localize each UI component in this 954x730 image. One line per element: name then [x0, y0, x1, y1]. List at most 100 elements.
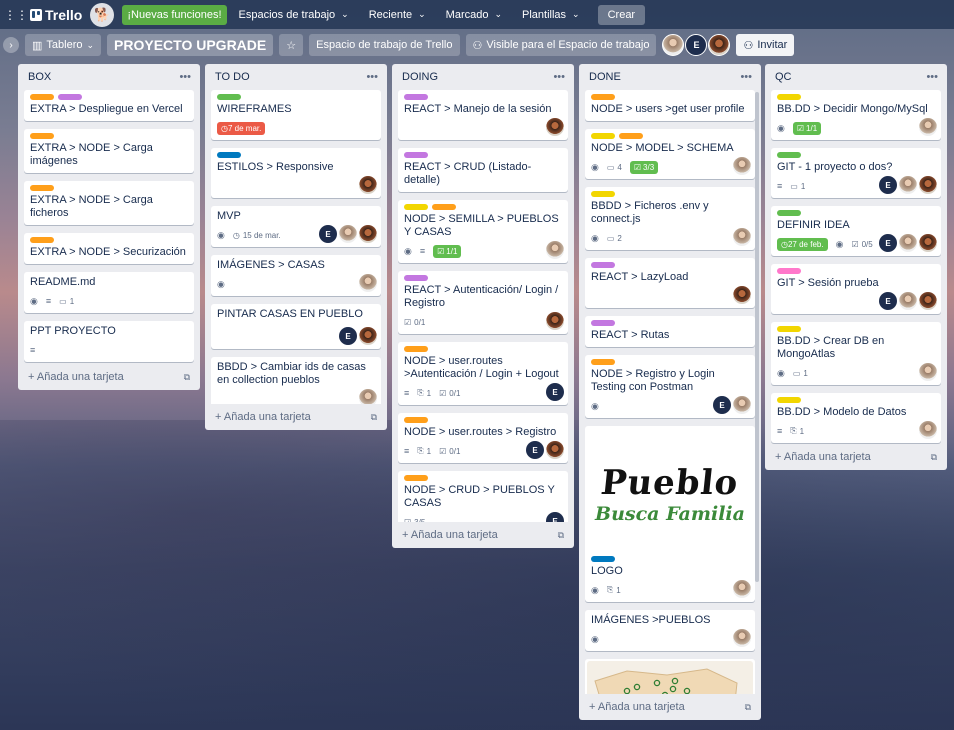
- avatar[interactable]: [733, 157, 751, 175]
- card-label[interactable]: [30, 237, 54, 243]
- card[interactable]: GIT - 1 proyecto o dos? ≡ ▭ 1 E: [771, 148, 941, 198]
- scrollbar[interactable]: [755, 92, 759, 582]
- avatar[interactable]: [662, 34, 685, 56]
- card-label[interactable]: [30, 185, 54, 191]
- template-icon[interactable]: ⧉: [184, 372, 190, 383]
- card[interactable]: REACT > CRUD (Listado-detalle): [398, 148, 568, 192]
- card-label[interactable]: [30, 94, 54, 100]
- card[interactable]: NODE > user.routes >Autenticación / Logi…: [398, 342, 568, 405]
- card[interactable]: BB.DD > Crear DB en MongoAtlas ◉ ▭ 1: [771, 322, 941, 385]
- card-label[interactable]: [591, 262, 615, 268]
- card[interactable]: EXTRA > NODE > Securización: [24, 233, 194, 264]
- card-label[interactable]: [404, 152, 428, 158]
- avatar[interactable]: E: [685, 34, 708, 56]
- card[interactable]: NODE > CRUD > PUEBLOS Y CASAS ☑ 3/5 E: [398, 471, 568, 522]
- card-label[interactable]: [777, 326, 801, 332]
- card[interactable]: REACT > Manejo de la sesión: [398, 90, 568, 140]
- card[interactable]: WIREFRAMES ◷7 de mar.: [211, 90, 381, 140]
- card[interactable]: REACT > LazyLoad: [585, 258, 755, 308]
- card[interactable]: EXTRA > NODE > Carga imágenes: [24, 129, 194, 173]
- card[interactable]: PPT PROYECTO ≡: [24, 321, 194, 362]
- card[interactable]: BBDD > Cambiar ids de casas en collectio…: [211, 357, 381, 404]
- avatar[interactable]: [919, 118, 937, 136]
- menu-recent[interactable]: Reciente ⌄: [361, 5, 434, 25]
- trello-logo[interactable]: Trello: [30, 7, 82, 23]
- card[interactable]: PINTAR CASAS EN PUEBLO E: [211, 304, 381, 349]
- avatar[interactable]: [546, 312, 564, 330]
- avatar[interactable]: E: [319, 225, 337, 243]
- card-label[interactable]: [404, 204, 428, 210]
- avatar[interactable]: [733, 629, 751, 647]
- list-menu-icon[interactable]: •••: [740, 71, 752, 83]
- card-label[interactable]: [591, 133, 615, 139]
- avatar[interactable]: [546, 241, 564, 259]
- avatar[interactable]: [733, 396, 751, 414]
- avatar[interactable]: [359, 225, 377, 243]
- card[interactable]: IMÁGENES >PUEBLOS ◉: [585, 610, 755, 651]
- menu-workspaces[interactable]: Espacios de trabajo ⌄: [231, 5, 357, 25]
- expand-sidebar-icon[interactable]: ›: [3, 37, 19, 53]
- card-label[interactable]: [30, 133, 54, 139]
- avatar[interactable]: E: [713, 396, 731, 414]
- card-label[interactable]: [591, 94, 615, 100]
- avatar[interactable]: E: [546, 512, 564, 522]
- card-label[interactable]: [404, 275, 428, 281]
- card-label[interactable]: [404, 346, 428, 352]
- card-label[interactable]: [777, 210, 801, 216]
- avatar[interactable]: [899, 176, 917, 194]
- add-card-button[interactable]: + Añada una tarjeta ⧉: [398, 522, 568, 548]
- card-label[interactable]: [591, 556, 615, 562]
- card[interactable]: REACT > Rutas: [585, 316, 755, 347]
- create-button[interactable]: Crear: [597, 4, 646, 25]
- card[interactable]: NODE > SEMILLA > PUEBLOS Y CASAS ◉ ≡ ☑ 1/1: [398, 200, 568, 263]
- new-features-button[interactable]: ¡Nuevas funciones!: [122, 4, 227, 25]
- avatar[interactable]: [919, 363, 937, 381]
- invite-button[interactable]: ⚇ Invitar: [736, 34, 795, 56]
- card[interactable]: [585, 659, 755, 694]
- avatar[interactable]: [899, 234, 917, 252]
- card[interactable]: NODE > users >get user profile: [585, 90, 755, 121]
- card-label[interactable]: [591, 359, 615, 365]
- card[interactable]: NODE > MODEL > SCHEMA ◉ ▭ 4 ☑ 3/3: [585, 129, 755, 179]
- card[interactable]: MVP ◉ ◷ 15 de mar. E: [211, 206, 381, 247]
- avatar[interactable]: [546, 441, 564, 459]
- card-label[interactable]: [777, 94, 801, 100]
- avatar[interactable]: E: [879, 234, 897, 252]
- card-label[interactable]: [777, 268, 801, 274]
- card[interactable]: Pueblo Busca Familia LOGO ◉ ⎘ 1: [585, 426, 755, 602]
- due-date-badge[interactable]: ◷27 de feb.: [777, 237, 828, 251]
- avatar[interactable]: [733, 580, 751, 598]
- card[interactable]: EXTRA > NODE > Carga ficheros: [24, 181, 194, 225]
- card-label[interactable]: [777, 397, 801, 403]
- add-card-button[interactable]: + Añada una tarjeta ⧉: [771, 444, 941, 470]
- taco-mascot-icon[interactable]: 🐕: [90, 2, 115, 27]
- visibility-button[interactable]: ⚇ Visible para el Espacio de trabajo: [465, 34, 657, 56]
- card-label[interactable]: [58, 94, 82, 100]
- card-label[interactable]: [591, 191, 615, 197]
- card[interactable]: DEFINIR IDEA ◷27 de feb. ◉ ☑ 0/5 E: [771, 206, 941, 256]
- card[interactable]: README.md ◉ ≡ ▭ 1: [24, 272, 194, 313]
- avatar[interactable]: [708, 34, 731, 56]
- menu-templates[interactable]: Plantillas ⌄: [514, 5, 588, 25]
- card-label[interactable]: [217, 94, 241, 100]
- card-label[interactable]: [404, 94, 428, 100]
- star-board-button[interactable]: ☆: [279, 34, 304, 56]
- template-icon[interactable]: ⧉: [558, 530, 564, 541]
- add-card-button[interactable]: + Añada una tarjeta ⧉: [585, 694, 755, 720]
- list-menu-icon[interactable]: •••: [366, 71, 378, 83]
- add-card-button[interactable]: + Añada una tarjeta ⧉: [24, 364, 194, 390]
- card[interactable]: REACT > Autenticación/ Login / Registro ☑…: [398, 271, 568, 334]
- avatar[interactable]: [733, 228, 751, 246]
- template-icon[interactable]: ⧉: [745, 702, 751, 713]
- avatar[interactable]: [359, 327, 377, 345]
- template-icon[interactable]: ⧉: [371, 412, 377, 423]
- avatar[interactable]: [919, 176, 937, 194]
- list-menu-icon[interactable]: •••: [179, 71, 191, 83]
- avatar[interactable]: E: [339, 327, 357, 345]
- card[interactable]: BB.DD > Decidir Mongo/MySql ◉ ☑ 1/1: [771, 90, 941, 140]
- list-menu-icon[interactable]: •••: [926, 71, 938, 83]
- card[interactable]: NODE > Registro y Login Testing con Post…: [585, 355, 755, 418]
- workspace-button[interactable]: Espacio de trabajo de Trello: [309, 34, 460, 56]
- avatar[interactable]: [339, 225, 357, 243]
- card-label[interactable]: [217, 152, 241, 158]
